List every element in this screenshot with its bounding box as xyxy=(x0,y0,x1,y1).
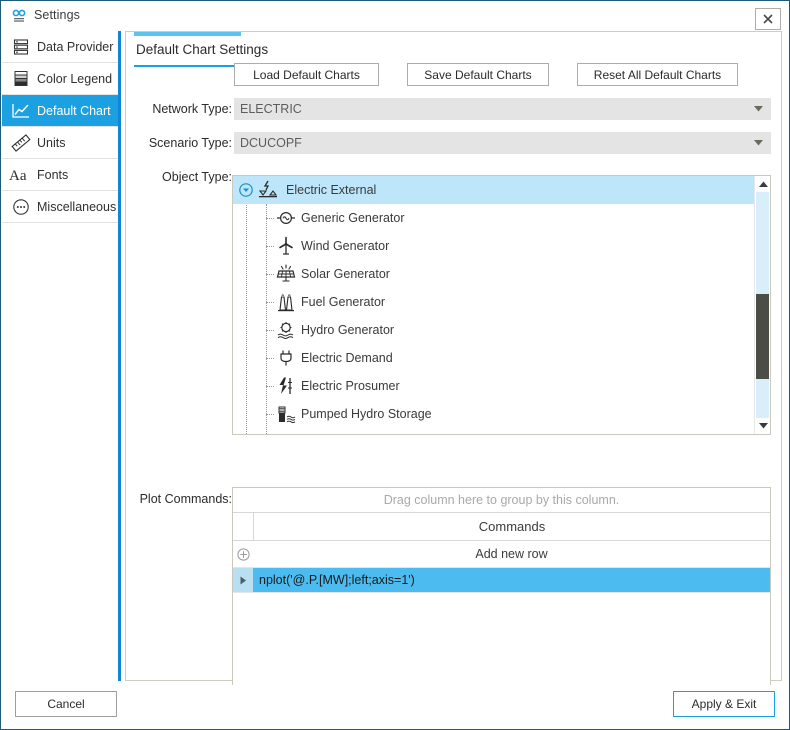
color-legend-icon xyxy=(10,68,32,90)
tree-node-label: Electric Prosumer xyxy=(301,379,400,393)
network-type-value: ELECTRIC xyxy=(240,102,302,116)
sidebar-item-miscellaneous[interactable]: Miscellaneous xyxy=(2,191,118,223)
scroll-down-arrow-icon[interactable] xyxy=(755,418,770,434)
close-icon xyxy=(763,14,773,24)
network-type-label: Network Type: xyxy=(152,102,232,116)
tree-node-electric-external[interactable]: Electric External xyxy=(233,176,754,204)
ruler-icon xyxy=(10,132,32,154)
collapse-circle-icon[interactable] xyxy=(237,181,255,199)
apply-and-exit-button[interactable]: Apply & Exit xyxy=(673,691,775,717)
font-aa-icon: Aa xyxy=(9,164,32,186)
line-chart-icon xyxy=(10,100,32,122)
pumped-hydro-storage-icon xyxy=(275,403,297,425)
fuel-generator-icon xyxy=(275,291,297,313)
wind-generator-icon xyxy=(275,235,297,257)
scenario-type-select[interactable]: DCUCOPF xyxy=(234,132,771,154)
scenario-type-label: Scenario Type: xyxy=(148,136,232,150)
sidebar-item-label: Data Provider xyxy=(37,39,114,54)
grid-add-new-row[interactable]: Add new row xyxy=(233,541,770,568)
hydro-generator-icon xyxy=(275,319,297,341)
electric-external-icon xyxy=(258,179,280,201)
row-current-indicator-icon xyxy=(233,568,253,592)
tree-node-electric-demand[interactable]: Electric Demand xyxy=(233,344,754,372)
add-row-plus-icon[interactable] xyxy=(233,547,253,561)
sidebar-item-fonts[interactable]: Aa Fonts xyxy=(2,159,118,191)
object-type-tree[interactable]: Electric External Generic Generator Wind… xyxy=(232,175,771,435)
sidebar-item-label: Fonts xyxy=(37,167,69,182)
tree-node-label: Wind Generator xyxy=(301,239,390,253)
database-icon xyxy=(10,36,32,58)
scrollbar-thumb[interactable] xyxy=(756,294,769,379)
table-row[interactable]: nplot('@.P.[MW];left;axis=1') xyxy=(233,568,770,593)
settings-dialog: Settings Data Provider Color Legend Defa… xyxy=(0,0,790,730)
dialog-footer: Cancel Apply & Exit xyxy=(1,685,789,729)
tree-node-label: Electric Demand xyxy=(301,351,393,365)
tree-node-label: Fuel Generator xyxy=(301,295,386,309)
grid-header-row: Commands xyxy=(233,513,770,541)
ellipsis-circle-icon xyxy=(10,196,32,218)
scenario-type-value: DCUCOPF xyxy=(240,136,302,150)
tree-node-label: Solar Generator xyxy=(301,267,390,281)
electric-prosumer-icon xyxy=(275,375,297,397)
object-type-label: Object Type: xyxy=(162,170,232,184)
sidebar-item-label: Color Legend xyxy=(37,71,113,86)
load-default-charts-button[interactable]: Load Default Charts xyxy=(234,63,379,86)
chevron-down-icon xyxy=(754,98,763,120)
svg-text:Aa: Aa xyxy=(9,168,27,184)
cancel-button[interactable]: Cancel xyxy=(15,691,117,717)
title-bar: Settings xyxy=(1,1,789,31)
group-by-drop-area[interactable]: Drag column here to group by this column… xyxy=(233,488,770,513)
sidebar-item-color-legend[interactable]: Color Legend xyxy=(2,63,118,95)
sidebar-item-default-chart[interactable]: Default Chart xyxy=(2,95,118,127)
network-type-select[interactable]: ELECTRIC xyxy=(234,98,771,120)
tab-accent-bar xyxy=(134,32,241,36)
tree-node-label: Pumped Hydro Storage xyxy=(301,407,432,421)
tree-node-solar-generator[interactable]: Solar Generator xyxy=(233,260,754,288)
grid-indicator-column-header xyxy=(233,513,254,540)
tree-node-label: Generic Generator xyxy=(301,211,405,225)
tree-node-electric-prosumer[interactable]: Electric Prosumer xyxy=(233,372,754,400)
sidebar-item-label: Default Chart xyxy=(37,103,111,118)
tree-vertical-scrollbar[interactable] xyxy=(754,176,770,434)
settings-sidebar: Data Provider Color Legend Default Chart… xyxy=(2,31,118,681)
sidebar-item-units[interactable]: Units xyxy=(2,127,118,159)
sidebar-item-label: Units xyxy=(37,135,66,150)
tree-node-pumped-hydro-storage[interactable]: Pumped Hydro Storage xyxy=(233,400,754,428)
sidebar-accent-rail xyxy=(118,31,121,681)
generic-generator-icon xyxy=(275,207,297,229)
tree-node-generic-generator[interactable]: Generic Generator xyxy=(233,204,754,232)
add-new-row-label: Add new row xyxy=(475,547,548,561)
tree-viewport: Electric External Generic Generator Wind… xyxy=(233,176,754,434)
plot-command-value[interactable]: nplot('@.P.[MW];left;axis=1') xyxy=(253,573,770,587)
settings-link-icon xyxy=(11,9,27,24)
tree-node-wind-generator[interactable]: Wind Generator xyxy=(233,232,754,260)
tab-default-chart-settings[interactable]: Default Chart Settings xyxy=(136,42,268,57)
electric-demand-icon xyxy=(275,347,297,369)
window-title: Settings xyxy=(34,8,80,22)
close-button[interactable] xyxy=(755,8,781,30)
grid-column-header-commands[interactable]: Commands xyxy=(254,513,770,540)
solar-generator-icon xyxy=(275,263,297,285)
default-chart-settings-panel: Default Chart Settings Load Default Char… xyxy=(125,31,782,704)
reset-all-default-charts-button[interactable]: Reset All Default Charts xyxy=(577,63,738,86)
tree-node-fuel-generator[interactable]: Fuel Generator xyxy=(233,288,754,316)
tree-node-label: Electric External xyxy=(286,183,377,197)
sidebar-item-label: Miscellaneous xyxy=(37,199,117,214)
plot-commands-grid: Drag column here to group by this column… xyxy=(232,487,771,704)
save-default-charts-button[interactable]: Save Default Charts xyxy=(407,63,549,86)
scroll-up-arrow-icon[interactable] xyxy=(755,176,770,192)
plot-commands-label: Plot Commands: xyxy=(139,492,232,506)
chevron-down-icon xyxy=(754,132,763,154)
tree-node-label: Hydro Generator xyxy=(301,323,395,337)
tree-node-hydro-generator[interactable]: Hydro Generator xyxy=(233,316,754,344)
sidebar-item-data-provider[interactable]: Data Provider xyxy=(2,31,118,63)
